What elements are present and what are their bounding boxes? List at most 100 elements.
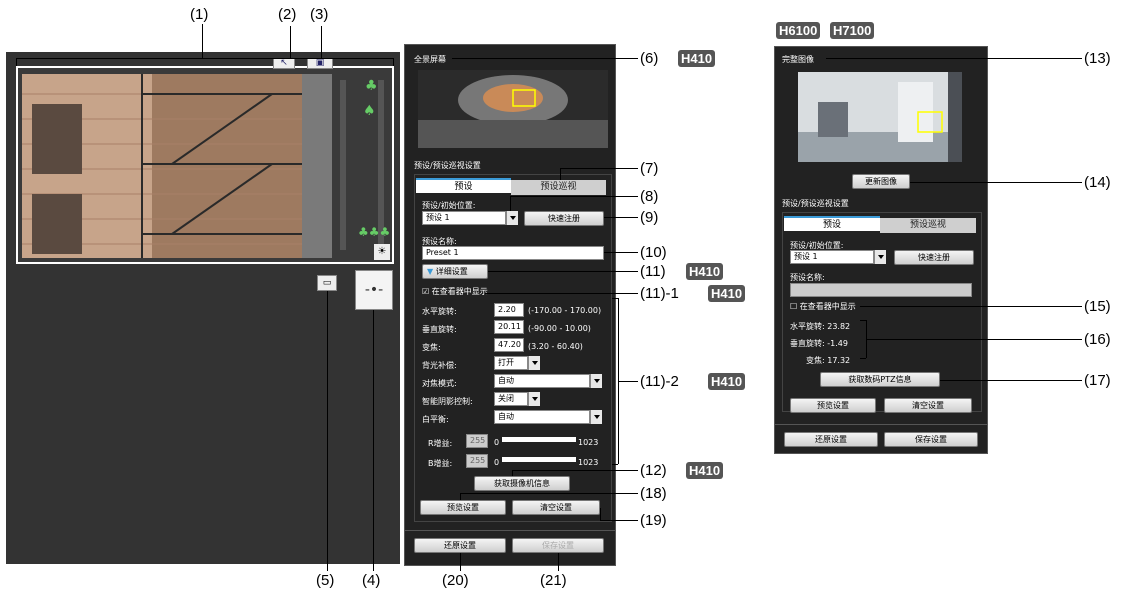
right-tab-preset[interactable]: 预设 xyxy=(784,216,880,231)
select-mode-button[interactable]: ↖ xyxy=(273,58,295,69)
callout-line xyxy=(866,339,1082,340)
badge-h410: H410 xyxy=(686,263,724,280)
r-gain-min: 0 xyxy=(494,438,500,447)
callout-4: (4) xyxy=(362,572,381,589)
preset-name-field[interactable]: Preset 1 xyxy=(422,246,604,260)
preset-initial-label: 预设/初始位置: xyxy=(422,201,476,210)
callout-6: (6) xyxy=(640,50,659,67)
b-gain-field: 255 xyxy=(466,454,488,468)
b-gain-slider[interactable] xyxy=(502,457,576,462)
callout-line xyxy=(604,217,638,218)
screen-mode-button[interactable]: ▣ xyxy=(307,58,333,69)
restore-settings-button[interactable]: 还原设置 xyxy=(414,538,506,553)
chevron-down-icon[interactable] xyxy=(874,250,886,264)
callout-line xyxy=(560,168,638,169)
pan-field[interactable]: 2.20 xyxy=(494,303,524,317)
callout-line xyxy=(16,58,394,59)
tab-preset-tour[interactable]: 预设巡视 xyxy=(511,180,606,195)
clear-settings-button[interactable]: 清空设置 xyxy=(512,500,600,515)
focus-mode-select[interactable]: 自动 xyxy=(494,374,590,388)
right-tab-preset-tour[interactable]: 预设巡视 xyxy=(880,218,976,233)
right-show-in-viewer-row[interactable]: ☐ 在查看器中显示 xyxy=(790,301,856,312)
callout-13: (13) xyxy=(1084,50,1111,67)
focus-mode-label: 对焦模式: xyxy=(422,379,457,388)
callout-line xyxy=(202,24,203,58)
zoom-field[interactable]: 47.20 xyxy=(494,338,524,352)
right-preview-settings-button[interactable]: 预览设置 xyxy=(790,398,876,413)
detail-settings-label: 详细设置 xyxy=(435,267,468,276)
panorama-image xyxy=(418,70,608,148)
right-preset-select[interactable]: 预设 1 xyxy=(790,250,874,264)
zoom-in-icon[interactable]: ♣ xyxy=(365,78,378,94)
callout-11-1: (11)-1 xyxy=(640,285,679,302)
callout-15: (15) xyxy=(1084,298,1111,315)
callout-line xyxy=(512,470,513,476)
zoom-range: (3.20 - 60.40) xyxy=(528,342,583,351)
get-ptz-info-button[interactable]: 获取数码PTZ信息 xyxy=(820,372,940,387)
pan-range: (-170.00 - 170.00) xyxy=(528,306,602,315)
pan-tilt-control[interactable]: -•- xyxy=(355,270,393,310)
preset-section-title: 预设/预设巡视设置 xyxy=(414,161,481,170)
badge-h410: H410 xyxy=(686,462,724,479)
callout-line xyxy=(460,493,638,494)
shade-control-select[interactable]: 关闭 xyxy=(494,392,528,406)
chevron-down-icon[interactable] xyxy=(528,392,540,406)
detail-settings-button[interactable]: ▼ 详细设置 xyxy=(422,264,488,279)
zoom-out-icon[interactable]: ♠ xyxy=(363,103,376,119)
callout-2: (2) xyxy=(278,6,297,23)
panorama-fisheye-image xyxy=(418,70,608,148)
tilt-field[interactable]: 20.11 xyxy=(494,320,524,334)
checkbox-checked-icon[interactable]: ☑ xyxy=(422,287,429,296)
right-show-in-viewer-label: 在查看器中显示 xyxy=(799,302,856,311)
right-quick-register-button[interactable]: 快速注册 xyxy=(894,250,974,265)
callout-16: (16) xyxy=(1084,331,1111,348)
tilt-range: (-90.00 - 10.00) xyxy=(528,324,591,333)
backlight-select[interactable]: 打开 xyxy=(494,356,528,370)
callout-line xyxy=(16,58,17,66)
callout-9: (9) xyxy=(640,209,659,226)
get-camera-info-button[interactable]: 获取摄像机信息 xyxy=(474,476,570,491)
triangle-down-icon: ▼ xyxy=(427,267,434,276)
callout-17: (17) xyxy=(1084,372,1111,389)
wide-icon[interactable]: ♣♣♣ xyxy=(358,225,390,239)
r-gain-slider[interactable] xyxy=(502,437,576,442)
show-in-viewer-label: 在查看器中显示 xyxy=(431,287,488,296)
preset-select[interactable]: 预设 1 xyxy=(422,211,506,225)
callout-line xyxy=(604,252,638,253)
chevron-down-icon[interactable] xyxy=(590,410,602,424)
right-zoom-text: 变焦: 17.32 xyxy=(806,356,851,365)
chevron-down-icon[interactable] xyxy=(590,374,602,388)
tab-preset[interactable]: 预设 xyxy=(416,178,511,193)
r-gain-field: 255 xyxy=(466,434,488,448)
quick-register-button[interactable]: 快速注册 xyxy=(524,211,604,226)
chevron-down-icon[interactable] xyxy=(506,211,518,225)
right-save-settings-button[interactable]: 保存设置 xyxy=(884,432,978,447)
callout-line xyxy=(860,358,866,359)
show-in-viewer-row[interactable]: ☑ 在查看器中显示 xyxy=(422,286,488,297)
zoom-slider[interactable] xyxy=(340,80,346,250)
preview-settings-button[interactable]: 预览设置 xyxy=(420,500,506,515)
chevron-down-icon[interactable] xyxy=(528,356,540,370)
right-preset-section-title: 预设/预设巡视设置 xyxy=(782,199,849,208)
callout-line xyxy=(460,493,461,500)
brightness-icon[interactable]: ☀ xyxy=(374,244,390,260)
pan-label: 水平旋转: xyxy=(422,307,457,316)
checkbox-icon[interactable]: ☐ xyxy=(790,302,797,311)
panel-toggle-button[interactable]: ▭ xyxy=(317,275,337,291)
tilt-label: 垂直旋转: xyxy=(422,325,457,334)
callout-line xyxy=(460,553,461,571)
callout-line xyxy=(940,380,1082,381)
right-clear-settings-button[interactable]: 清空设置 xyxy=(884,398,972,413)
callout-3: (3) xyxy=(310,6,329,23)
callout-line xyxy=(600,508,601,521)
callout-line xyxy=(826,58,1082,59)
shade-control-label: 智能阴影控制: xyxy=(422,397,473,406)
right-preset-name-field xyxy=(790,283,972,297)
white-balance-select[interactable]: 自动 xyxy=(494,410,590,424)
update-image-button[interactable]: 更新图像 xyxy=(852,174,910,189)
right-restore-settings-button[interactable]: 还原设置 xyxy=(784,432,878,447)
callout-line xyxy=(373,310,374,571)
save-settings-button[interactable]: 保存设置 xyxy=(512,538,604,553)
callout-5: (5) xyxy=(316,572,335,589)
backlight-label: 背光补偿: xyxy=(422,361,457,370)
